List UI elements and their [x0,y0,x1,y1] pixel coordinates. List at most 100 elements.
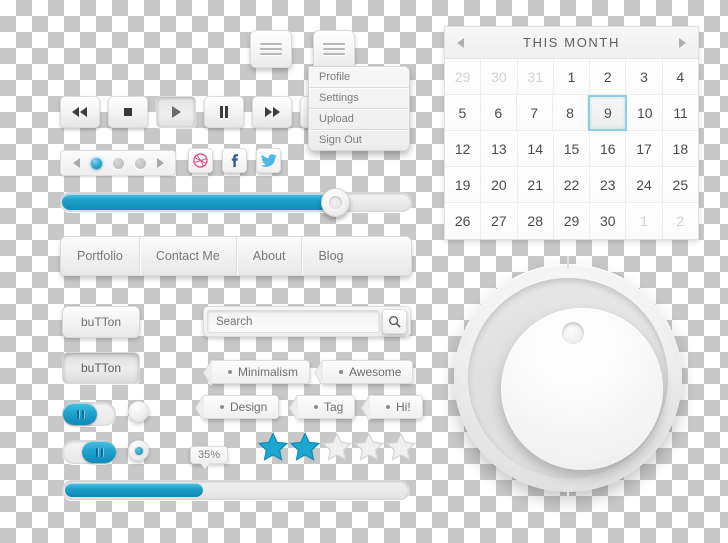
navigation-bar: Portfolio Contact Me About Blog [60,236,412,276]
calendar-day[interactable]: 3 [626,59,663,95]
calendar-day[interactable]: 6 [480,95,517,131]
calendar-day[interactable]: 13 [481,131,518,167]
calendar-week: 19 20 21 22 23 24 25 [445,167,698,203]
hamburger-bar [323,53,345,55]
carousel-dot-3[interactable] [134,157,146,169]
calendar-day[interactable]: 10 [627,95,664,131]
calendar-prev-icon[interactable] [457,37,464,48]
calendar-day[interactable]: 7 [516,95,553,131]
calendar-day[interactable]: 15 [553,131,591,167]
button-pressed[interactable]: buTTon [62,352,140,384]
calendar-day[interactable]: 25 [662,167,698,203]
calendar-day[interactable]: 4 [662,59,698,95]
hamburger-icon-open[interactable] [313,30,355,68]
rewind-button[interactable] [60,96,100,128]
carousel-pagination[interactable] [60,150,176,176]
calendar-day[interactable]: 2 [590,59,627,95]
progress-bar[interactable] [62,480,410,500]
calendar-day[interactable]: 2 [662,203,698,239]
calendar-title: THIS MONTH [523,35,620,50]
hamburger-bar [260,48,282,50]
nav-item-portfolio[interactable]: Portfolio [61,237,140,275]
calendar-day[interactable]: 30 [481,59,518,95]
menu-item-profile[interactable]: Profile [309,67,409,88]
calendar-week: 12 13 14 15 16 17 18 [445,131,698,167]
search-icon [389,316,401,328]
calendar-day[interactable]: 29 [445,59,482,95]
toggle-knob[interactable] [63,403,97,425]
tag-hole-icon [220,405,224,409]
calendar-day[interactable]: 19 [445,167,482,203]
calendar-day[interactable]: 24 [626,167,663,203]
slider-handle[interactable] [320,188,350,217]
carousel-dot-1[interactable] [90,157,102,169]
calendar-next-icon[interactable] [678,37,686,48]
nav-item-contact-me[interactable]: Contact Me [140,237,237,275]
tag-awesome[interactable]: Awesome [322,360,414,384]
dribbble-icon[interactable] [188,148,213,173]
carousel-dot-2[interactable] [112,157,124,169]
twitter-icon[interactable] [256,148,281,173]
calendar-day[interactable]: 28 [517,203,554,239]
play-button[interactable] [156,96,196,128]
calendar-day[interactable]: 31 [517,59,554,95]
tag-hi[interactable]: Hi! [369,395,423,419]
calendar-day[interactable]: 14 [517,131,554,167]
search-button[interactable] [382,309,407,334]
range-slider[interactable] [60,188,412,217]
tag-label: Tag [324,400,344,414]
knob-face[interactable] [501,308,663,470]
calendar-day[interactable]: 21 [517,167,554,203]
star-rating[interactable] [258,432,416,461]
pause-button[interactable] [204,96,244,128]
button-normal[interactable]: buTTon [62,306,140,338]
star-icon-filled [290,432,320,461]
search-bar [203,306,411,337]
menu-item-upload[interactable]: Upload [309,109,409,130]
calendar-day[interactable]: 29 [553,203,591,239]
radio-button-unselected[interactable] [128,401,149,422]
tag-minimalism[interactable]: Minimalism [211,360,310,384]
hamburger-bar [323,43,345,45]
calendar-day[interactable]: 12 [445,131,482,167]
calendar-day[interactable]: 22 [553,167,591,203]
radio-button-selected[interactable] [128,440,149,461]
calendar-day[interactable]: 18 [662,131,698,167]
tag-label: Minimalism [238,365,298,379]
hamburger-icon[interactable] [250,30,292,68]
progress-fill [65,483,203,497]
calendar-day[interactable]: 30 [590,203,627,239]
calendar-day-selected[interactable]: 9 [588,95,628,131]
calendar-day[interactable]: 27 [481,203,518,239]
calendar-day[interactable]: 16 [590,131,627,167]
calendar-day[interactable]: 23 [590,167,627,203]
knob-ring [468,278,668,478]
facebook-icon[interactable] [222,148,247,173]
calendar-day[interactable]: 1 [626,203,663,239]
tag-hole-icon [386,405,390,409]
toggle-switch-on[interactable] [62,440,116,464]
calendar-day[interactable]: 1 [553,59,591,95]
nav-item-about[interactable]: About [237,237,303,275]
tag-tag[interactable]: Tag [297,395,356,419]
volume-knob[interactable] [454,256,682,500]
toggle-switch-off[interactable] [62,402,116,426]
calendar-day[interactable]: 17 [626,131,663,167]
stop-button[interactable] [108,96,148,128]
tag-design[interactable]: Design [203,395,280,419]
star-icon-empty [322,432,352,461]
chevron-right-icon[interactable] [156,158,164,168]
hamburger-bar [260,53,282,55]
menu-item-settings[interactable]: Settings [309,88,409,109]
calendar-day[interactable]: 20 [481,167,518,203]
calendar-day[interactable]: 5 [445,95,481,131]
toggle-knob[interactable] [82,441,116,463]
calendar-day[interactable]: 11 [663,95,699,131]
nav-item-blog[interactable]: Blog [302,237,359,275]
chevron-left-icon[interactable] [72,158,80,168]
calendar-day[interactable]: 8 [552,95,589,131]
fast-forward-button[interactable] [252,96,292,128]
search-input[interactable] [207,310,380,333]
menu-item-sign-out[interactable]: Sign Out [309,130,409,150]
calendar-day[interactable]: 26 [445,203,482,239]
